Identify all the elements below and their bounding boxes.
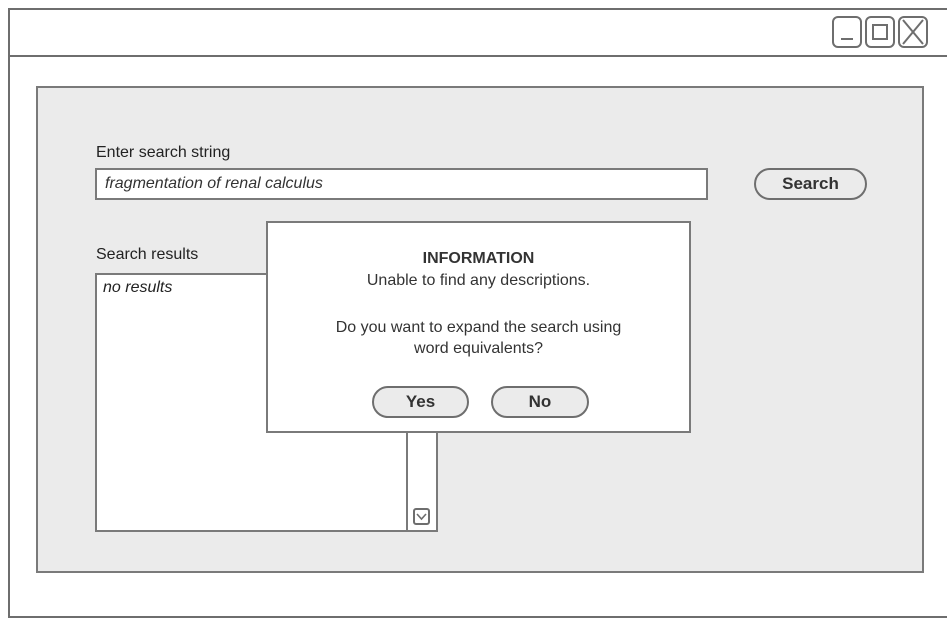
no-button[interactable]: No <box>491 386 589 418</box>
search-button[interactable]: Search <box>754 168 867 200</box>
maximize-button[interactable] <box>865 16 895 48</box>
dialog-question-line-2: word equivalents? <box>414 340 543 357</box>
title-bar <box>10 10 947 57</box>
list-item: no results <box>103 279 173 296</box>
close-button[interactable] <box>898 16 928 48</box>
information-dialog: INFORMATION Unable to find any descripti… <box>266 221 691 433</box>
minimize-icon <box>841 38 853 40</box>
minimize-button[interactable] <box>832 16 862 48</box>
dialog-title: INFORMATION <box>422 250 535 267</box>
search-label: Enter search string <box>96 144 231 161</box>
dialog-message: Unable to find any descriptions. <box>366 272 591 289</box>
results-label: Search results <box>96 246 199 263</box>
close-icon <box>902 19 924 45</box>
search-panel: Enter search string fragmentation of ren… <box>36 86 924 573</box>
chevron-down-icon <box>416 513 427 521</box>
search-input[interactable]: fragmentation of renal calculus <box>95 168 708 200</box>
maximize-icon <box>872 24 888 40</box>
scroll-down-button[interactable] <box>413 508 430 525</box>
yes-button[interactable]: Yes <box>372 386 469 418</box>
dialog-question-line-1: Do you want to expand the search using <box>335 319 622 336</box>
app-window: Enter search string fragmentation of ren… <box>8 8 947 618</box>
